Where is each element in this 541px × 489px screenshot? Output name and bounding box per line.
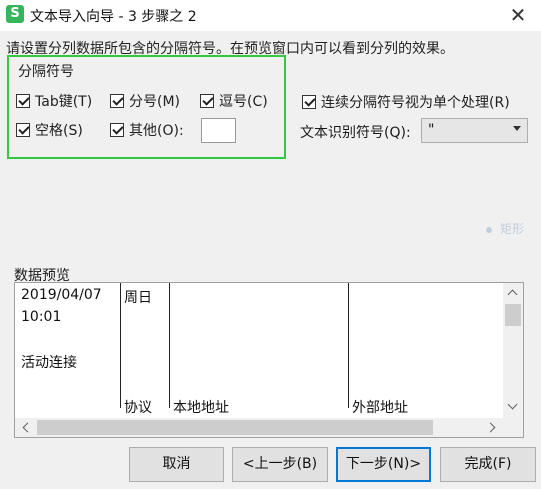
next-button[interactable]: 下一步(N)> [336, 447, 431, 482]
comma-checkbox[interactable]: 逗号(C) [200, 91, 268, 111]
data-preview[interactable]: 2019/04/07 周日 10:01 活动连接 协议 本地地址 外部地址 [14, 282, 524, 438]
text-qualifier-value: " [428, 122, 435, 138]
text-qualifier-select[interactable]: " [421, 118, 528, 143]
checkmark-icon [16, 123, 30, 137]
other-delimiter-input[interactable] [201, 118, 236, 143]
checkmark-icon [16, 94, 30, 108]
ghost-tooltip: 矩形 [478, 217, 541, 241]
arrow-up-icon[interactable] [507, 289, 518, 300]
checkmark-icon [110, 94, 124, 108]
preview-cell: 2019/04/07 [21, 287, 102, 303]
preview-cell: 外部地址 [352, 400, 408, 416]
horizontal-scrollbar[interactable] [15, 418, 523, 437]
column-divider [169, 283, 170, 408]
delimiters-group-title: 分隔符号 [18, 64, 74, 80]
tab-checkbox-label: Tab键(T) [35, 94, 93, 110]
finish-button[interactable]: 完成(F) [440, 447, 536, 482]
consecutive-checkbox[interactable]: 连续分隔符号视为单个处理(R) [302, 92, 510, 112]
vertical-scroll-thumb[interactable] [505, 304, 521, 326]
space-checkbox[interactable]: 空格(S) [16, 120, 83, 140]
arrow-down-icon[interactable] [507, 399, 518, 410]
checkmark-icon [200, 94, 214, 108]
space-checkbox-label: 空格(S) [35, 123, 83, 139]
text-qualifier-label: 文本识别符号(Q): [300, 125, 411, 141]
cancel-button[interactable]: 取消 [129, 447, 224, 482]
semicolon-checkbox[interactable]: 分号(M) [110, 91, 180, 111]
chevron-down-icon [513, 126, 521, 131]
semicolon-checkbox-label: 分号(M) [129, 94, 181, 110]
preview-cell: 活动连接 [21, 355, 77, 371]
window-title: 文本导入向导 - 3 步骤之 2 [30, 9, 197, 25]
preview-cell: 本地地址 [173, 400, 229, 416]
delimiters-group: 分隔符号 Tab键(T) 分号(M) 逗号(C) 空格(S) 其他(O): [7, 55, 286, 159]
preview-cell: 周日 [124, 290, 152, 306]
preview-cell: 协议 [124, 400, 152, 416]
vertical-scrollbar[interactable] [503, 283, 523, 419]
checkmark-icon [302, 95, 316, 109]
back-button[interactable]: <上一步(B) [232, 447, 328, 482]
other-checkbox[interactable]: 其他(O): [110, 120, 184, 140]
column-divider [120, 283, 121, 408]
other-checkbox-label: 其他(O): [129, 123, 184, 139]
comma-checkbox-label: 逗号(C) [219, 94, 268, 110]
tab-checkbox[interactable]: Tab键(T) [16, 91, 92, 111]
horizontal-scroll-thumb[interactable] [37, 420, 433, 435]
checkmark-icon [110, 123, 124, 137]
preview-cell: 10:01 [21, 309, 62, 325]
app-logo-icon: S [6, 5, 24, 23]
arrow-right-icon[interactable] [485, 422, 496, 433]
column-divider [348, 283, 349, 408]
close-icon[interactable]: ✕ [495, 0, 541, 31]
title-bar: S 文本导入向导 - 3 步骤之 2 ✕ [0, 0, 541, 31]
arrow-left-icon[interactable] [22, 422, 33, 433]
consecutive-checkbox-label: 连续分隔符号视为单个处理(R) [321, 95, 510, 111]
